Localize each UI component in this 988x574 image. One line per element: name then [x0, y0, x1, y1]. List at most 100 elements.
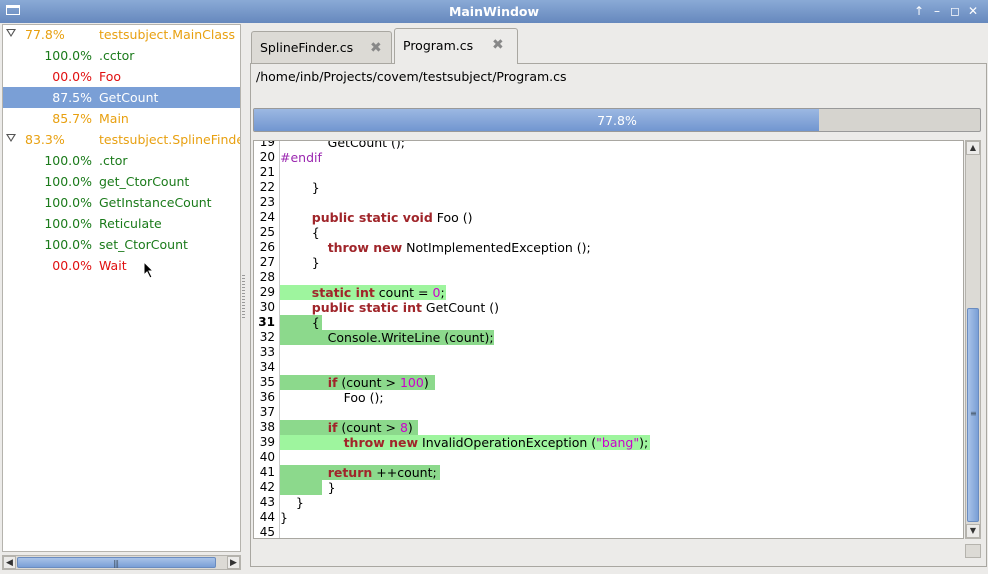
scroll-right-arrow-icon[interactable]: ▶ — [227, 556, 240, 569]
code-line[interactable]: } — [280, 480, 336, 495]
line-number: 42 — [259, 480, 275, 494]
code-line[interactable]: Foo (); — [280, 390, 384, 405]
scroll-thumb[interactable]: ≡ — [967, 308, 979, 522]
line-number: 39 — [259, 435, 275, 449]
member-name: GetCount — [99, 90, 159, 105]
code-line[interactable]: return ++count; — [280, 465, 437, 480]
coverage-percent: 85.7% — [52, 111, 92, 126]
tree-method-row[interactable]: 00.0% Foo — [3, 66, 240, 87]
line-number: 22 — [259, 180, 275, 194]
tree-method-row[interactable]: 100.0% get_CtorCount — [3, 171, 240, 192]
code-line[interactable]: if (count > 100) — [280, 375, 429, 390]
tab-label: Program.cs — [403, 38, 474, 53]
line-number: 25 — [259, 225, 275, 239]
tree-method-row[interactable]: 100.0% .cctor — [3, 45, 240, 66]
member-name: Wait — [99, 258, 127, 273]
scroll-thumb[interactable]: ||| — [17, 557, 216, 568]
code-line[interactable]: } — [280, 180, 320, 195]
expander-triangle-icon[interactable] — [6, 29, 16, 37]
code-line[interactable]: { — [280, 225, 320, 240]
tab-splinefinder[interactable]: SplineFinder.cs ✖ — [251, 31, 392, 64]
coverage-percent: 100.0% — [44, 153, 92, 168]
line-number: 36 — [259, 390, 275, 404]
member-name: Main — [99, 111, 129, 126]
code-line[interactable]: if (count > 8) — [280, 420, 413, 435]
editor-bottom-bar — [253, 544, 964, 558]
line-number: 21 — [259, 165, 275, 179]
line-number: 37 — [259, 405, 275, 419]
expander-triangle-icon[interactable] — [6, 134, 16, 142]
code-line[interactable]: { — [280, 315, 320, 330]
editor-vertical-scrollbar[interactable]: ▲ ≡ ▼ — [965, 140, 981, 539]
tree-method-row[interactable]: 100.0% GetInstanceCount — [3, 192, 240, 213]
member-name: testsubject.MainClass — [99, 27, 236, 42]
line-number: 24 — [259, 210, 275, 224]
tree-method-row[interactable]: 100.0% .ctor — [3, 150, 240, 171]
up-arrow-icon[interactable]: ↑ — [911, 3, 927, 19]
line-number: 28 — [259, 270, 275, 284]
tree-class-row[interactable]: 83.3% testsubject.SplineFinde — [3, 129, 241, 150]
tree-class-row[interactable]: 77.8% testsubject.MainClass — [3, 25, 240, 45]
line-number: 19 — [259, 140, 275, 149]
title-bar: MainWindow ↑ – ◻ ✕ — [0, 0, 988, 23]
coverage-percent: 77.8% — [25, 27, 65, 42]
tab-close-icon[interactable]: ✖ — [492, 37, 504, 53]
line-number: 31 — [258, 315, 275, 329]
tree-method-row[interactable]: 100.0% set_CtorCount — [3, 234, 240, 255]
scroll-corner — [965, 544, 981, 558]
code-editor[interactable]: 19 20 21 22 23 24 25 26 27 28 29 30 31 32 33 34 35 36 37 38… — [253, 140, 964, 539]
code-line[interactable]: static int count = 0; — [280, 285, 445, 300]
coverage-percent: 100.0% — [44, 48, 92, 63]
coverage-percent: 100.0% — [44, 216, 92, 231]
line-number-gutter: 19 20 21 22 23 24 25 26 27 28 29 30 31 32 33 34 35 36 37 38… — [254, 141, 280, 538]
code-line[interactable]: #endif — [280, 150, 322, 165]
tree-method-row[interactable]: 85.7% Main — [3, 108, 240, 129]
line-number: 45 — [259, 525, 275, 539]
tree-method-row[interactable]: 100.0% Reticulate — [3, 213, 240, 234]
code-line[interactable]: } — [280, 255, 320, 270]
scroll-left-arrow-icon[interactable]: ◀ — [3, 556, 16, 569]
tree-method-row[interactable]: 00.0% Wait — [3, 255, 240, 276]
tree-horizontal-scrollbar[interactable]: ◀ ||| ▶ — [2, 555, 241, 570]
code-line[interactable]: GetCount (); — [280, 141, 405, 150]
coverage-tree[interactable]: 77.8% testsubject.MainClass 100.0% .cctor 00… — [2, 24, 241, 552]
maximize-icon[interactable]: ◻ — [947, 3, 963, 19]
line-number: 27 — [259, 255, 275, 269]
code-line[interactable]: public static int GetCount () — [280, 300, 499, 315]
tree-method-row[interactable]: 87.5% GetCount — [3, 87, 240, 108]
scroll-down-arrow-icon[interactable]: ▼ — [966, 524, 980, 538]
code-line[interactable]: throw new InvalidOperationException ("ba… — [280, 435, 649, 450]
code-line[interactable]: throw new NotImplementedException (); — [280, 240, 591, 255]
window-title: MainWindow — [448, 4, 540, 19]
code-line[interactable]: public static void Foo () — [280, 210, 473, 225]
member-name: Reticulate — [99, 216, 162, 231]
line-number: 40 — [259, 450, 275, 464]
line-number: 34 — [259, 360, 275, 374]
file-path: /home/inb/Projects/covem/testsubject/Pro… — [256, 69, 567, 84]
member-name: .ctor — [99, 153, 128, 168]
coverage-percent: 100.0% — [44, 237, 92, 252]
minimize-icon[interactable]: – — [929, 3, 945, 19]
line-number: 33 — [259, 345, 275, 359]
code-line[interactable]: Console.WriteLine (count); — [280, 330, 494, 345]
line-number: 43 — [259, 495, 275, 509]
coverage-percent: 100.0% — [44, 195, 92, 210]
line-number: 23 — [259, 195, 275, 209]
member-name: GetInstanceCount — [99, 195, 212, 210]
line-number: 20 — [259, 150, 275, 164]
tab-label: SplineFinder.cs — [260, 40, 354, 55]
member-name: .cctor — [99, 48, 135, 63]
pane-splitter[interactable] — [242, 275, 245, 320]
coverage-percent: 00.0% — [52, 258, 92, 273]
tab-program[interactable]: Program.cs ✖ — [394, 28, 518, 64]
code-line[interactable]: } — [280, 495, 304, 510]
code-line[interactable]: } — [280, 510, 288, 525]
member-name: get_CtorCount — [99, 174, 190, 189]
tab-close-icon[interactable]: ✖ — [370, 40, 382, 56]
line-number: 29 — [259, 285, 275, 299]
close-icon[interactable]: ✕ — [965, 3, 981, 19]
coverage-percent: 83.3% — [25, 132, 65, 147]
member-name: testsubject.SplineFinde — [99, 132, 241, 147]
scroll-up-arrow-icon[interactable]: ▲ — [966, 141, 980, 155]
line-number: 41 — [259, 465, 275, 479]
